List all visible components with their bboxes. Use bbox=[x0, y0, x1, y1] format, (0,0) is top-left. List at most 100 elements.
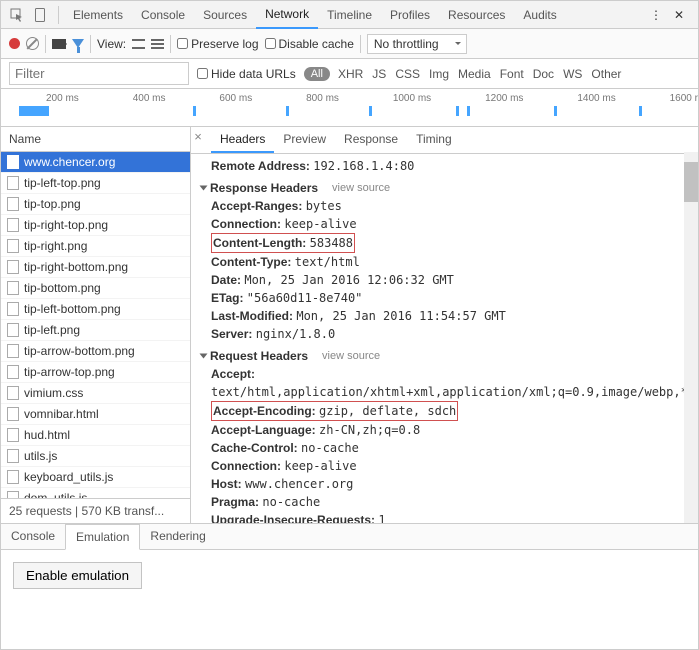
file-icon bbox=[7, 281, 19, 295]
view-source-link[interactable]: view source bbox=[332, 180, 390, 197]
name-column-header[interactable]: Name bbox=[1, 127, 190, 152]
enable-emulation-button[interactable]: Enable emulation bbox=[13, 562, 142, 589]
tab-sources[interactable]: Sources bbox=[194, 2, 256, 28]
filter-type-css[interactable]: CSS bbox=[395, 67, 420, 81]
file-icon bbox=[7, 470, 19, 484]
filter-type-media[interactable]: Media bbox=[458, 67, 491, 81]
separator bbox=[170, 35, 171, 53]
inspect-icon[interactable] bbox=[7, 5, 27, 25]
request-row[interactable]: tip-arrow-top.png bbox=[1, 362, 190, 383]
capture-icon[interactable] bbox=[52, 39, 66, 49]
host-value: www.chencer.org bbox=[245, 477, 353, 491]
tab-response[interactable]: Response bbox=[335, 127, 407, 153]
view-source-link[interactable]: view source bbox=[322, 348, 380, 365]
filter-type-js[interactable]: JS bbox=[372, 67, 386, 81]
request-row[interactable]: tip-bottom.png bbox=[1, 278, 190, 299]
request-row[interactable]: tip-left-top.png bbox=[1, 173, 190, 194]
date-value: Mon, 25 Jan 2016 12:06:32 GMT bbox=[244, 273, 454, 287]
kebab-icon[interactable]: ⋮ bbox=[646, 5, 666, 25]
response-headers-section[interactable]: Response Headers bbox=[210, 179, 318, 197]
tab-console[interactable]: Console bbox=[132, 2, 194, 28]
view-small-icon[interactable] bbox=[151, 39, 164, 49]
file-icon bbox=[7, 407, 19, 421]
filter-type-ws[interactable]: WS bbox=[563, 67, 582, 81]
filter-input[interactable] bbox=[9, 62, 189, 85]
filter-type-xhr[interactable]: XHR bbox=[338, 67, 363, 81]
request-name: tip-right-bottom.png bbox=[24, 260, 128, 274]
req-connection-value: keep-alive bbox=[284, 459, 356, 473]
request-row[interactable]: www.chencer.org bbox=[1, 152, 190, 173]
request-row[interactable]: tip-left-bottom.png bbox=[1, 299, 190, 320]
tab-preview[interactable]: Preview bbox=[274, 127, 335, 153]
file-icon bbox=[7, 155, 19, 169]
hide-data-urls-checkbox[interactable]: Hide data URLs bbox=[197, 67, 296, 81]
request-row[interactable]: tip-top.png bbox=[1, 194, 190, 215]
close-icon[interactable]: ✕ bbox=[669, 5, 689, 25]
disable-cache-checkbox[interactable]: Disable cache bbox=[265, 37, 354, 51]
tab-audits[interactable]: Audits bbox=[514, 2, 565, 28]
file-icon bbox=[7, 323, 19, 337]
request-row[interactable]: vimium.css bbox=[1, 383, 190, 404]
request-name: hud.html bbox=[24, 428, 70, 442]
request-headers-section[interactable]: Request Headers bbox=[210, 347, 308, 365]
throttling-select[interactable]: No throttling bbox=[367, 34, 467, 54]
file-icon bbox=[7, 218, 19, 232]
view-large-icon[interactable] bbox=[132, 39, 145, 49]
file-icon bbox=[7, 386, 19, 400]
request-name: keyboard_utils.js bbox=[24, 470, 113, 484]
accept-ranges-label: Accept-Ranges: bbox=[211, 199, 302, 213]
timeline-overview[interactable]: 200 ms400 ms600 ms800 ms1000 ms1200 ms14… bbox=[1, 89, 698, 127]
etag-value: "56a60d11-8e740" bbox=[247, 291, 363, 305]
accept-encoding-value: gzip, deflate, sdch bbox=[319, 404, 456, 418]
request-row[interactable]: vomnibar.html bbox=[1, 404, 190, 425]
connection-label: Connection: bbox=[211, 217, 281, 231]
timeline-tick: 200 ms bbox=[46, 93, 79, 104]
view-label: View: bbox=[97, 37, 126, 51]
filter-type-font[interactable]: Font bbox=[500, 67, 524, 81]
request-row[interactable]: tip-right-bottom.png bbox=[1, 257, 190, 278]
request-row[interactable]: hud.html bbox=[1, 425, 190, 446]
scrollbar[interactable] bbox=[684, 152, 698, 523]
device-icon[interactable] bbox=[30, 5, 50, 25]
tab-resources[interactable]: Resources bbox=[439, 2, 514, 28]
filter-type-doc[interactable]: Doc bbox=[533, 67, 554, 81]
filter-type-img[interactable]: Img bbox=[429, 67, 449, 81]
expand-icon[interactable] bbox=[200, 186, 208, 191]
tab-headers[interactable]: Headers bbox=[211, 127, 274, 153]
close-details-button[interactable]: × bbox=[191, 130, 206, 146]
expand-icon[interactable] bbox=[200, 354, 208, 359]
request-row[interactable]: tip-right-top.png bbox=[1, 215, 190, 236]
upgrade-insecure-label: Upgrade-Insecure-Requests: bbox=[211, 513, 375, 523]
request-row[interactable]: tip-arrow-bottom.png bbox=[1, 341, 190, 362]
filter-type-other[interactable]: Other bbox=[591, 67, 621, 81]
drawer-tab-emulation[interactable]: Emulation bbox=[65, 524, 140, 550]
preserve-log-checkbox[interactable]: Preserve log bbox=[177, 37, 258, 51]
timeline-tick: 1400 ms bbox=[577, 93, 615, 104]
record-button[interactable] bbox=[9, 38, 20, 49]
clear-button[interactable] bbox=[26, 37, 39, 50]
last-modified-label: Last-Modified: bbox=[211, 309, 293, 323]
request-row[interactable]: utils.js bbox=[1, 446, 190, 467]
separator bbox=[45, 35, 46, 53]
filter-all[interactable]: All bbox=[304, 67, 330, 81]
content-type-label: Content-Type: bbox=[211, 255, 291, 269]
content-length-label: Content-Length: bbox=[213, 236, 306, 250]
request-row[interactable]: keyboard_utils.js bbox=[1, 467, 190, 488]
tab-profiles[interactable]: Profiles bbox=[381, 2, 439, 28]
request-row[interactable]: dom_utils.js bbox=[1, 488, 190, 498]
request-name: tip-left-top.png bbox=[24, 176, 101, 190]
drawer-tab-rendering[interactable]: Rendering bbox=[140, 524, 215, 549]
connection-value: keep-alive bbox=[284, 217, 356, 231]
request-row[interactable]: tip-right.png bbox=[1, 236, 190, 257]
tab-elements[interactable]: Elements bbox=[64, 2, 132, 28]
tab-network[interactable]: Network bbox=[256, 1, 318, 29]
tab-timing[interactable]: Timing bbox=[407, 127, 461, 153]
tab-timeline[interactable]: Timeline bbox=[318, 2, 381, 28]
server-value: nginx/1.8.0 bbox=[256, 327, 335, 341]
etag-label: ETag: bbox=[211, 291, 243, 305]
request-name: utils.js bbox=[24, 449, 57, 463]
drawer-tab-console[interactable]: Console bbox=[1, 524, 65, 549]
accept-value: text/html,application/xhtml+xml,applicat… bbox=[211, 385, 698, 399]
request-row[interactable]: tip-left.png bbox=[1, 320, 190, 341]
filter-icon[interactable] bbox=[72, 39, 84, 48]
